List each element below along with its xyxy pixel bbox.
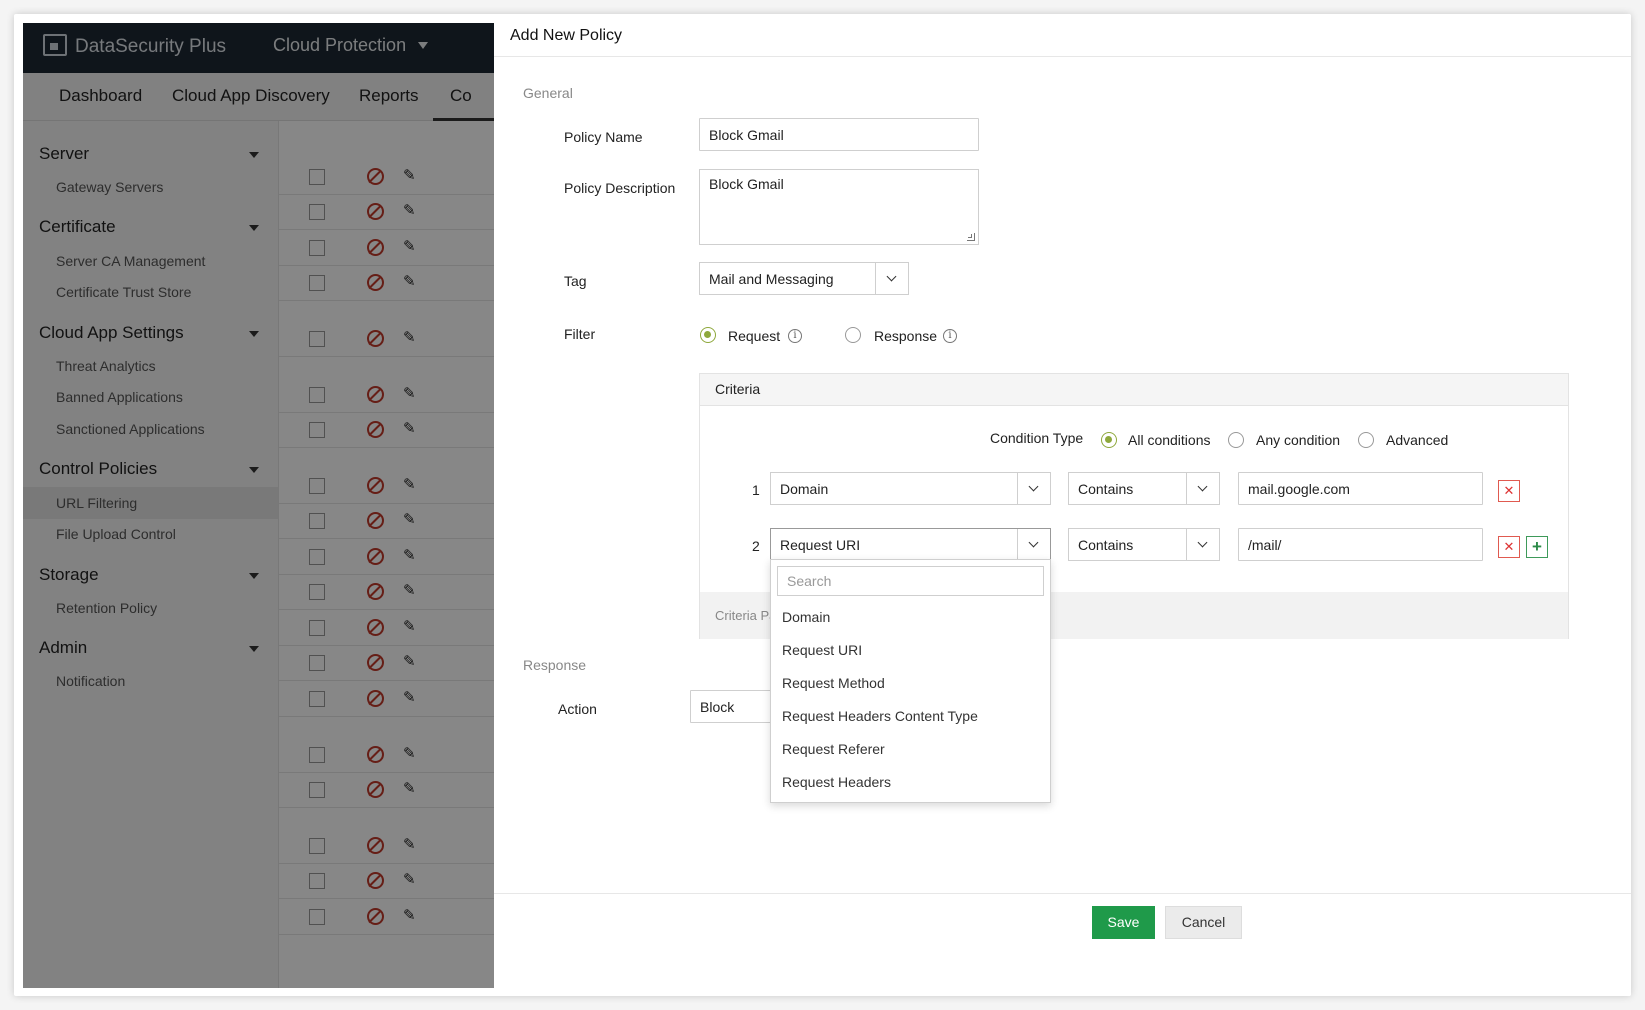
policy-name-label: Policy Name	[564, 129, 643, 145]
condition-all-label[interactable]: All conditions	[1128, 432, 1211, 448]
criteria-row-number: 1	[752, 482, 760, 498]
action-label: Action	[558, 701, 597, 717]
criteria-field-value: Domain	[780, 481, 829, 497]
tag-select-value: Mail and Messaging	[709, 271, 834, 287]
dropdown-option[interactable]: Request Method	[782, 675, 885, 691]
policy-description-value: Block Gmail	[709, 176, 784, 192]
dropdown-search-input[interactable]	[777, 566, 1044, 596]
info-icon[interactable]: i	[943, 329, 957, 343]
add-policy-panel: Add New Policy General Policy Name Block…	[494, 14, 1631, 996]
criteria-field-dropdown: Domain Request URI Request Method Reques…	[770, 559, 1051, 803]
footer-divider	[494, 893, 1631, 894]
header-divider	[494, 56, 1631, 57]
window-frame: DataSecurity Plus Cloud Protection Dashb…	[14, 14, 1631, 996]
filter-request-label[interactable]: Request	[728, 328, 780, 344]
tag-select[interactable]: Mail and Messaging	[699, 262, 909, 295]
chevron-down-icon	[1028, 481, 1039, 492]
condition-any-radio[interactable]	[1228, 432, 1244, 448]
delete-row-icon[interactable]: ✕	[1498, 480, 1520, 502]
delete-row-icon[interactable]: ✕	[1498, 536, 1520, 558]
general-section-label: General	[523, 85, 573, 101]
condition-any-label[interactable]: Any condition	[1256, 432, 1340, 448]
dropdown-option[interactable]: Request Headers	[782, 774, 891, 790]
resize-grip-icon[interactable]	[967, 233, 975, 241]
dropdown-option[interactable]: Request Referer	[782, 741, 885, 757]
policy-name-input[interactable]: Block Gmail	[699, 118, 979, 151]
info-icon[interactable]: i	[788, 329, 802, 343]
filter-request-radio[interactable]	[700, 327, 716, 343]
tag-select-arrow[interactable]	[875, 263, 908, 294]
condition-type-label: Condition Type	[990, 430, 1084, 446]
criteria-operator-select[interactable]: Contains	[1068, 528, 1220, 561]
criteria-operator-arrow[interactable]	[1186, 473, 1219, 504]
criteria-operator-select[interactable]: Contains	[1068, 472, 1220, 505]
criteria-operator-value: Contains	[1078, 481, 1134, 497]
policy-description-label: Policy Description	[564, 180, 676, 196]
add-row-icon[interactable]: +	[1526, 536, 1548, 558]
criteria-operator-value: Contains	[1078, 537, 1134, 553]
criteria-value-input[interactable]: /mail/	[1238, 528, 1483, 561]
criteria-operator-arrow[interactable]	[1186, 529, 1219, 560]
condition-advanced-radio[interactable]	[1358, 432, 1374, 448]
chevron-down-icon	[1197, 481, 1208, 492]
filter-label: Filter	[564, 326, 596, 342]
criteria-value-input[interactable]: mail.google.com	[1238, 472, 1483, 505]
dropdown-option[interactable]: Request URI	[782, 642, 862, 658]
filter-response-label[interactable]: Response	[874, 328, 937, 344]
criteria-footer-text: Criteria Pa	[715, 608, 777, 623]
chevron-down-icon	[1197, 537, 1208, 548]
tag-label: Tag	[564, 273, 587, 289]
policy-description-textarea[interactable]: Block Gmail	[699, 169, 979, 245]
chevron-down-icon	[1028, 537, 1039, 548]
criteria-field-value: Request URI	[780, 537, 861, 553]
filter-response-radio[interactable]	[845, 327, 861, 343]
panel-title: Add New Policy	[510, 27, 623, 44]
save-button[interactable]: Save	[1092, 906, 1155, 939]
criteria-field-arrow[interactable]	[1017, 473, 1050, 504]
modal-overlay[interactable]	[23, 23, 494, 988]
criteria-field-select[interactable]: Request URI	[770, 528, 1051, 561]
cancel-button[interactable]: Cancel	[1165, 906, 1242, 939]
dropdown-option[interactable]: Request Headers Content Type	[782, 708, 978, 724]
condition-all-radio[interactable]	[1101, 432, 1117, 448]
response-section-label: Response	[523, 657, 587, 673]
chevron-down-icon	[886, 271, 897, 282]
criteria-field-arrow[interactable]	[1017, 529, 1050, 560]
dropdown-option[interactable]: Domain	[782, 609, 830, 625]
condition-advanced-label[interactable]: Advanced	[1386, 432, 1448, 448]
criteria-header: Criteria	[700, 374, 1568, 406]
criteria-row-number: 2	[752, 538, 760, 554]
criteria-field-select[interactable]: Domain	[770, 472, 1051, 505]
